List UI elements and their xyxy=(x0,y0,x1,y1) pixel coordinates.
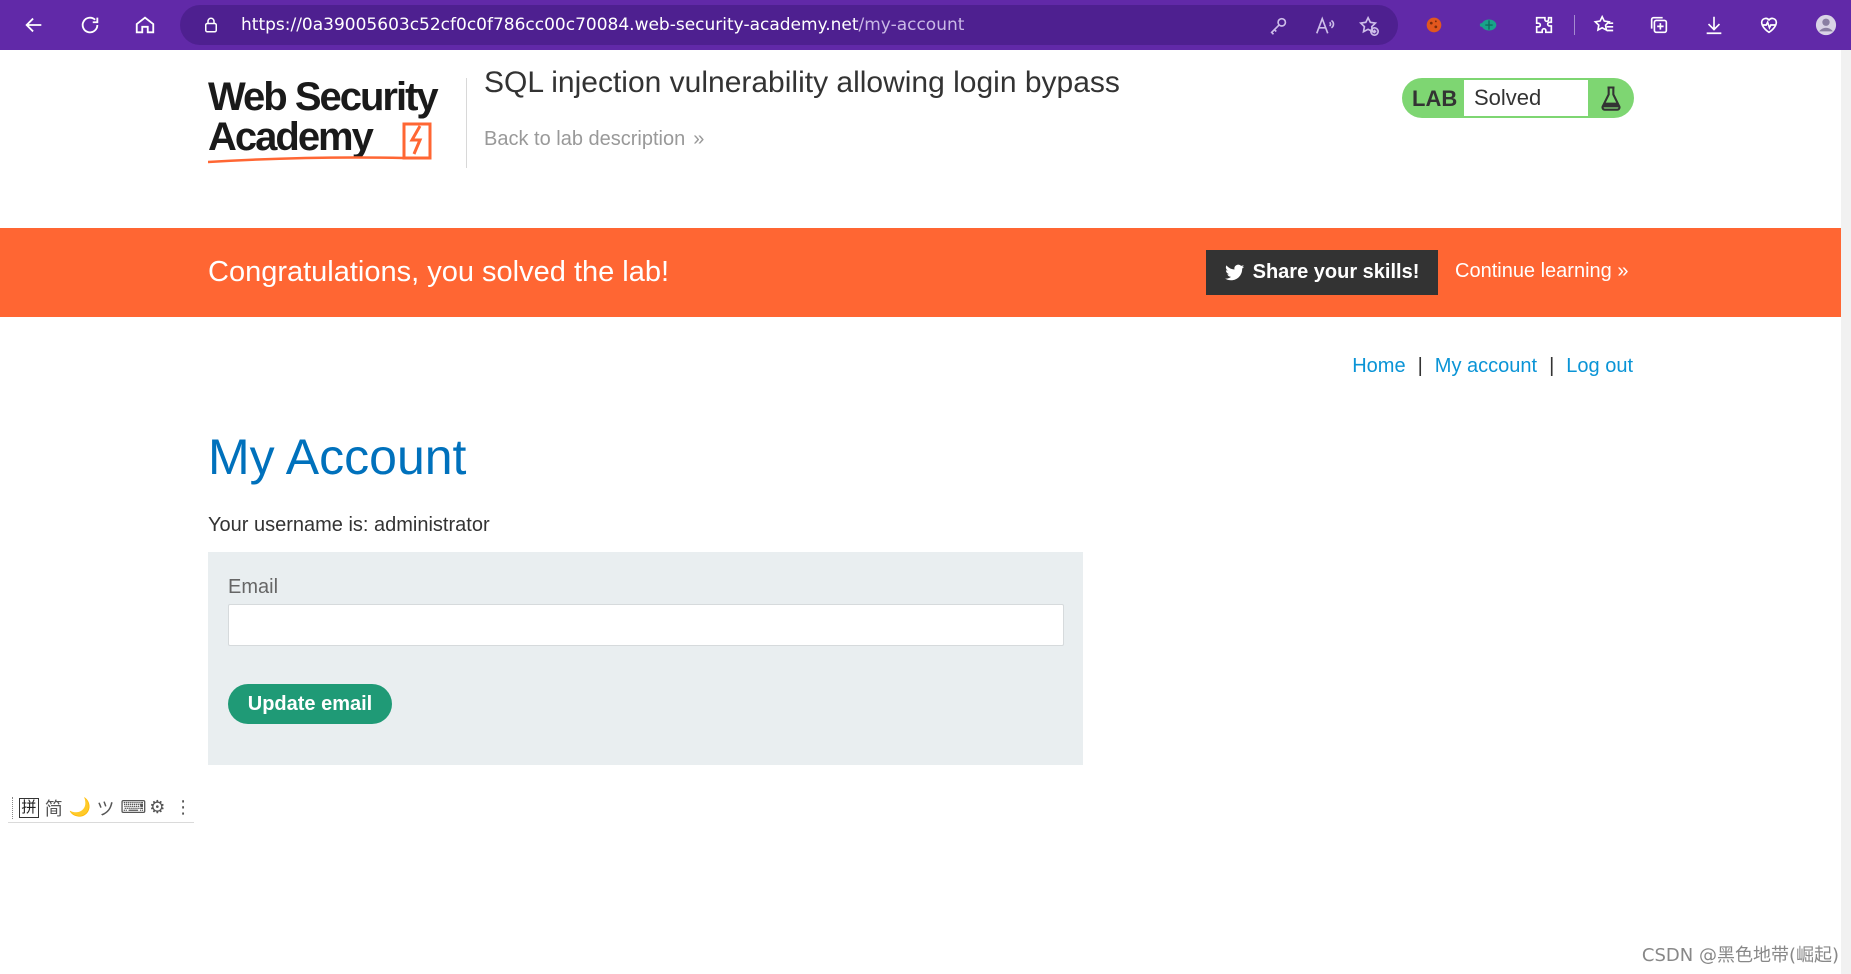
ime-pinyin-icon[interactable]: 拼 xyxy=(18,797,39,818)
twitter-icon xyxy=(1224,264,1244,280)
double-chevron-right-icon: » xyxy=(693,128,705,150)
ime-more-icon[interactable]: ⋮ xyxy=(172,797,194,818)
key-icon[interactable] xyxy=(1268,15,1290,37)
url-text[interactable]: https://0a39005603c52cf0c0f786cc00c70084… xyxy=(241,15,964,35)
lab-status-text: Solved xyxy=(1464,80,1588,116)
continue-learning-label: Continue learning xyxy=(1455,260,1612,282)
nav-separator: | xyxy=(1417,355,1423,377)
logo-lightning-icon xyxy=(409,125,423,155)
email-label: Email xyxy=(228,576,279,598)
username-text: Your username is: administrator xyxy=(208,514,490,536)
profile-avatar-icon[interactable] xyxy=(1808,7,1844,43)
lock-icon[interactable] xyxy=(202,16,220,34)
address-bar[interactable]: https://0a39005603c52cf0c0f786cc00c70084… xyxy=(180,5,1398,45)
browser-essentials-icon[interactable] xyxy=(1751,7,1787,43)
nav-separator: | xyxy=(1549,355,1555,377)
double-chevron-right-icon: » xyxy=(1617,260,1629,282)
logo-line1: Web Security xyxy=(208,75,439,119)
ime-toolbar: 拼 简 🌙 ツ ⌨ ⚙ ⋮ xyxy=(8,793,194,823)
lab-status-badge: LAB Solved xyxy=(1402,78,1634,118)
ime-punctuation-icon[interactable]: 🌙 xyxy=(69,797,91,818)
collections-icon[interactable] xyxy=(1641,7,1677,43)
back-to-lab-description-link[interactable]: Back to lab description » xyxy=(484,128,704,151)
home-icon[interactable] xyxy=(127,7,163,43)
url-path: /my-account xyxy=(858,15,965,35)
ime-keyboard-icon[interactable]: ⌨ xyxy=(120,797,146,818)
toolbar-divider xyxy=(1574,15,1575,35)
update-email-button[interactable]: Update email xyxy=(228,684,392,724)
back-arrow-icon[interactable] xyxy=(16,7,52,43)
ime-simplified-icon[interactable]: 简 xyxy=(43,795,65,821)
refresh-icon[interactable] xyxy=(72,7,108,43)
ime-emoji-icon[interactable]: ツ xyxy=(95,795,117,821)
turtle-extension-icon[interactable] xyxy=(1471,7,1507,43)
add-favorite-icon[interactable] xyxy=(1358,15,1380,37)
flask-icon xyxy=(1601,86,1621,111)
browser-toolbar: https://0a39005603c52cf0c0f786cc00c70084… xyxy=(0,0,1851,50)
congratulations-message: Congratulations, you solved the lab! xyxy=(208,256,670,288)
back-link-label: Back to lab description xyxy=(484,128,686,150)
lab-title: SQL injection vulnerability allowing log… xyxy=(484,66,1120,99)
update-email-form: Email Update email xyxy=(208,552,1083,765)
ime-drag-handle[interactable] xyxy=(12,796,15,819)
web-security-academy-logo[interactable]: Web Security Academy xyxy=(208,74,464,166)
nav-my-account-link[interactable]: My account xyxy=(1435,355,1537,377)
cookie-extension-icon[interactable] xyxy=(1416,7,1452,43)
read-aloud-icon[interactable] xyxy=(1314,15,1336,37)
favorites-icon[interactable] xyxy=(1586,7,1622,43)
lab-badge-label: LAB xyxy=(1412,86,1458,111)
logo-divider xyxy=(466,78,467,168)
top-navigation: Home | My account | Log out xyxy=(1352,355,1633,378)
email-field[interactable] xyxy=(228,604,1064,646)
nav-log-out-link[interactable]: Log out xyxy=(1566,355,1633,377)
nav-home-link[interactable]: Home xyxy=(1352,355,1405,377)
continue-learning-link[interactable]: Continue learning » xyxy=(1455,260,1628,283)
logo-line2: Academy xyxy=(208,115,375,159)
share-button-label: Share your skills! xyxy=(1252,261,1420,283)
downloads-icon[interactable] xyxy=(1696,7,1732,43)
page-scrollbar[interactable] xyxy=(1841,50,1851,974)
watermark: CSDN @黑色地带(崛起) xyxy=(1641,945,1839,966)
share-skills-button[interactable]: Share your skills! xyxy=(1206,250,1438,295)
page-title: My Account xyxy=(208,429,467,485)
extensions-puzzle-icon[interactable] xyxy=(1526,7,1562,43)
lab-solved-banner: Congratulations, you solved the lab! Sha… xyxy=(0,228,1841,317)
ime-settings-icon[interactable]: ⚙ xyxy=(146,797,168,818)
url-host: https://0a39005603c52cf0c0f786cc00c70084… xyxy=(241,15,859,35)
